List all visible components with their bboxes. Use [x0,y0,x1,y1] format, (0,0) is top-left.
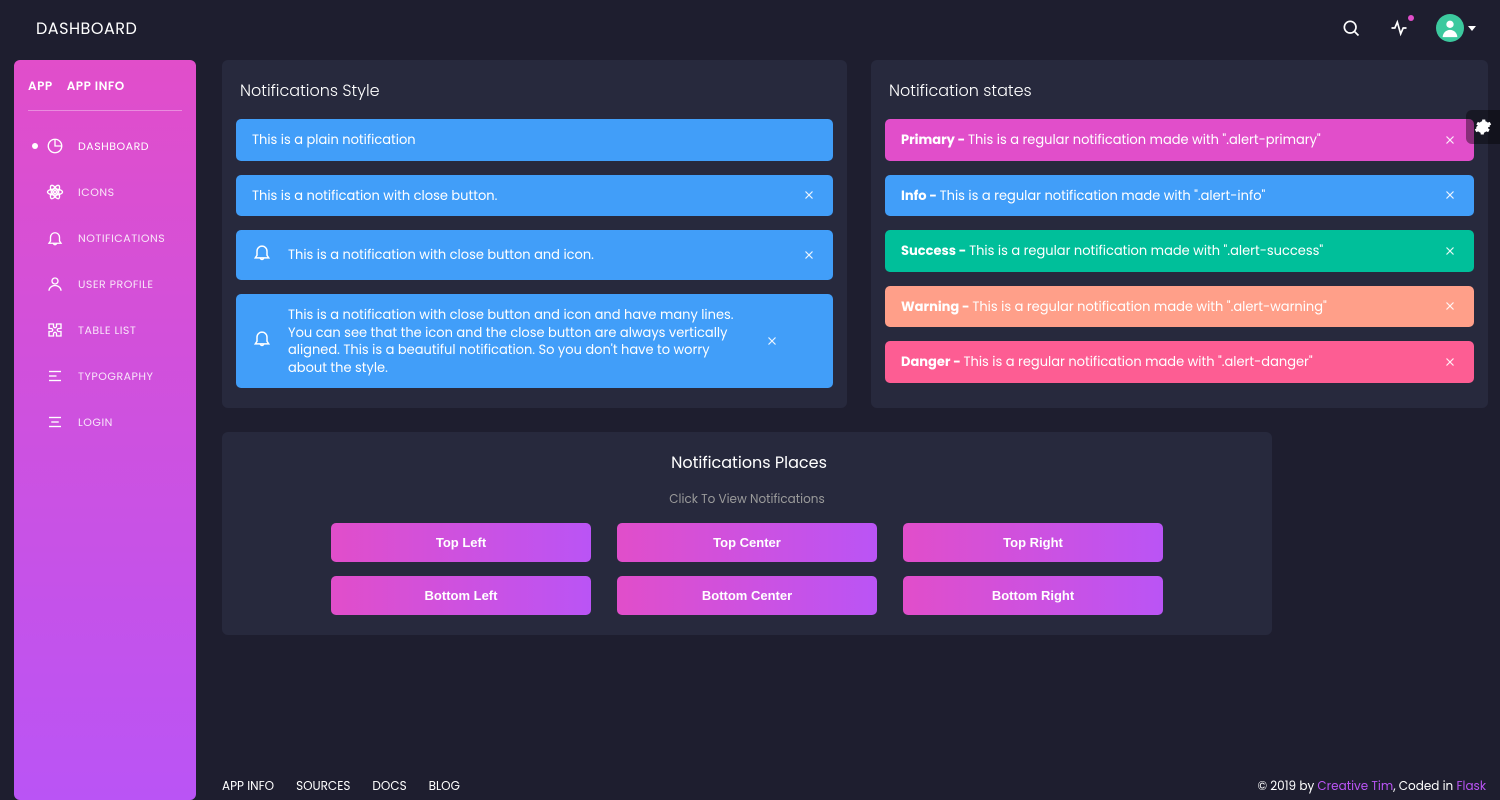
link-creative-tim[interactable]: Creative Tim [1317,778,1393,795]
sidebar: APP APP INFO DASHBOARD ICONS NOTIFICATIO… [14,60,196,800]
alert-text: Primary - This is a regular notification… [901,131,1426,149]
card-subtitle: Click To View Notifications [236,491,1258,509]
close-icon[interactable] [1442,243,1458,259]
navbar-right [1340,14,1476,42]
activity-icon[interactable] [1388,17,1410,39]
sidebar-nav: DASHBOARD ICONS NOTIFICATIONS USER PROFI… [14,123,196,445]
bell-icon [252,242,272,268]
sidebar-item-label: DASHBOARD [78,138,149,155]
sidebar-item-table-list[interactable]: TABLE LIST [14,307,196,353]
sidebar-item-label: NOTIFICATIONS [78,230,165,247]
alert-text: This is a plain notification [252,131,817,149]
card-title: Notifications Places [236,450,1258,475]
user-icon [46,275,64,293]
card-title: Notifications Style [236,78,833,103]
sidebar-logo-full[interactable]: APP INFO [67,78,125,96]
sidebar-item-label: USER PROFILE [78,276,154,293]
close-icon[interactable] [1442,187,1458,203]
alert-text: Danger - This is a regular notification … [901,353,1426,371]
alert-success: Success - This is a regular notification… [885,230,1474,272]
bell-icon [46,229,64,247]
bell-icon [252,328,272,354]
footer-link-sources[interactable]: SOURCES [296,778,350,796]
sidebar-item-label: ICONS [78,184,115,201]
card-notification-states: Notification states Primary - This is a … [871,60,1488,408]
btn-top-right[interactable]: Top Right [903,523,1163,562]
card-notifications-places: Notifications Places Click To View Notif… [222,432,1272,635]
gear-icon [1474,118,1492,136]
alert-text: This is a notification with close button… [288,306,748,376]
notification-dot [1408,15,1414,21]
sidebar-item-label: TYPOGRAPHY [78,368,153,385]
btn-top-left[interactable]: Top Left [331,523,591,562]
sidebar-item-label: LOGIN [78,414,113,431]
close-icon[interactable] [801,187,817,203]
sidebar-logo-short[interactable]: APP [28,78,53,96]
close-icon[interactable] [764,333,780,349]
footer-nav: APP INFO SOURCES DOCS BLOG [222,778,460,796]
footer-link-blog[interactable]: BLOG [429,778,460,796]
footer-link-docs[interactable]: DOCS [372,778,406,796]
places-button-grid: Top Left Top Center Top Right Bottom Lef… [236,523,1258,615]
alert-with-close: This is a notification with close button… [236,175,833,217]
card-notifications-style: Notifications Style This is a plain noti… [222,60,847,408]
btn-bottom-center[interactable]: Bottom Center [617,576,877,615]
main: Notifications Style This is a plain noti… [210,60,1500,800]
sidebar-item-typography[interactable]: TYPOGRAPHY [14,353,196,399]
user-menu[interactable] [1436,14,1476,42]
close-icon[interactable] [1442,354,1458,370]
sidebar-item-notifications[interactable]: NOTIFICATIONS [14,215,196,261]
alert-with-icon: This is a notification with close button… [236,230,833,280]
alert-label: Danger - [901,352,964,371]
navbar: DASHBOARD [0,0,1500,56]
chart-pie-icon [46,137,64,155]
sidebar-item-login[interactable]: LOGIN [14,399,196,445]
navbar-brand: DASHBOARD [36,16,137,41]
close-icon[interactable] [1442,132,1458,148]
alert-multiline: This is a notification with close button… [236,294,833,388]
footer-link-app-info[interactable]: APP INFO [222,778,274,796]
alert-label: Warning - [901,297,972,316]
alert-text: This is a notification with close button… [252,187,785,205]
top-row: Notifications Style This is a plain noti… [222,60,1488,408]
align-left-icon [46,367,64,385]
close-icon[interactable] [801,247,817,263]
alert-text: Warning - This is a regular notification… [901,298,1426,316]
settings-gear-button[interactable] [1466,110,1500,144]
close-icon[interactable] [1442,298,1458,314]
btn-bottom-left[interactable]: Bottom Left [331,576,591,615]
atom-icon [46,183,64,201]
alert-text: Success - This is a regular notification… [901,242,1426,260]
puzzle-icon [46,321,64,339]
alert-warning: Warning - This is a regular notification… [885,286,1474,328]
sidebar-item-user-profile[interactable]: USER PROFILE [14,261,196,307]
sidebar-item-icons[interactable]: ICONS [14,169,196,215]
alert-info: Info - This is a regular notification ma… [885,175,1474,217]
alert-label: Info - [901,186,940,205]
card-title: Notification states [885,78,1474,103]
footer-copyright: © 2019 by Creative Tim, Coded in Flask [1258,778,1486,796]
alert-danger: Danger - This is a regular notification … [885,341,1474,383]
alert-label: Success - [901,241,969,260]
align-center-icon [46,413,64,431]
search-icon[interactable] [1340,17,1362,39]
btn-top-center[interactable]: Top Center [617,523,877,562]
link-flask[interactable]: Flask [1456,778,1486,795]
chevron-down-icon [1468,26,1476,31]
sidebar-item-label: TABLE LIST [78,322,136,339]
sidebar-header: APP APP INFO [28,60,182,111]
alert-text: Info - This is a regular notification ma… [901,187,1426,205]
sidebar-item-dashboard[interactable]: DASHBOARD [14,123,196,169]
alert-plain: This is a plain notification [236,119,833,161]
footer: APP INFO SOURCES DOCS BLOG © 2019 by Cre… [222,778,1486,796]
alert-primary: Primary - This is a regular notification… [885,119,1474,161]
alert-label: Primary - [901,130,968,149]
alert-text: This is a notification with close button… [288,246,785,264]
btn-bottom-right[interactable]: Bottom Right [903,576,1163,615]
avatar [1436,14,1464,42]
